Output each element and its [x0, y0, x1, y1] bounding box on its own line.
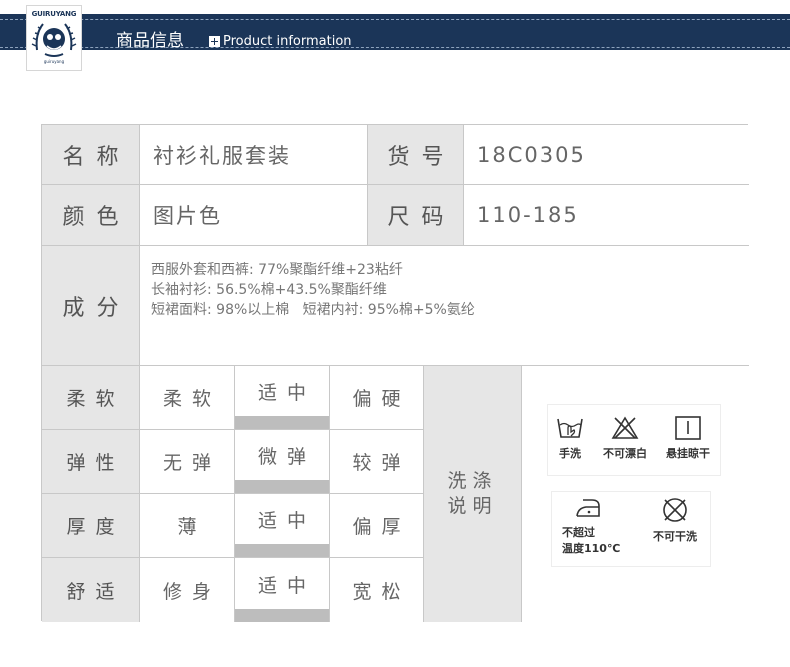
- property-option: 偏厚: [330, 494, 424, 558]
- property-option: 偏硬: [330, 366, 424, 430]
- header-bar: 商品信息 Product information: [0, 14, 790, 51]
- property-option: 柔软: [140, 366, 235, 430]
- wash-icons-panel-bottom: 不超过 温度110℃ 不可干洗: [552, 492, 710, 566]
- wash-icons-panel-top: 手洗 不可漂白 悬挂晾干: [548, 405, 720, 475]
- property-option-text: 偏厚: [352, 516, 411, 538]
- no-dry-clean-icon: 不可干洗: [646, 496, 704, 544]
- property-option-text: 修身: [162, 580, 221, 603]
- property-label: 厚度: [42, 494, 140, 558]
- property-option-selected: 适中: [235, 366, 330, 430]
- property-option-selected: 微弹: [235, 430, 330, 494]
- selected-indicator-bar: [235, 609, 329, 622]
- brand-logo-text-bottom: guiruyang: [43, 59, 65, 64]
- wash-label-line-2: 说明: [447, 495, 498, 517]
- composition-line: 长袖衬衫: 56.5%棉+43.5%聚酯纤维: [151, 282, 387, 298]
- selected-indicator-bar: [235, 544, 329, 557]
- property-option-text: 偏硬: [352, 388, 411, 410]
- property-label: 柔软: [42, 366, 140, 430]
- wash-icons-area: 手洗 不可漂白 悬挂晾干 不超过 温度110℃ 不可干洗: [522, 366, 749, 622]
- size-value: 110-185: [464, 185, 749, 246]
- size-label: 尺码: [368, 185, 464, 246]
- wash-instructions-label: 洗涤 说明: [424, 366, 522, 622]
- property-option-text: 薄: [177, 516, 207, 538]
- property-option: 薄: [140, 494, 235, 558]
- composition-label: 成分: [42, 246, 140, 366]
- property-label: 舒适: [42, 558, 140, 622]
- name-label: 名称: [42, 125, 140, 185]
- property-option-text: 适中: [257, 574, 316, 597]
- property-option: 宽松: [330, 558, 424, 622]
- header-title: 商品信息: [116, 31, 184, 51]
- composition-value: 西服外套和西裤: 77%聚酯纤维+23粘纤 长袖衬衫: 56.5%棉+43.5%…: [140, 246, 749, 366]
- wash-label-line-1: 洗涤: [447, 470, 498, 492]
- header-subtitle-text: Product information: [223, 34, 352, 49]
- property-option-text: 微弹: [257, 446, 316, 468]
- color-label: 颜色: [42, 185, 140, 246]
- selected-indicator-bar: [235, 480, 329, 493]
- brand-logo: GUIRUYANG guiruyang: [26, 5, 82, 71]
- selected-indicator-bar: [235, 416, 329, 429]
- product-info-table: 名称 衬衫礼服套装 货号 18C0305 颜色 图片色 尺码 110-185 成…: [41, 124, 749, 622]
- property-option-selected: 适中: [235, 558, 330, 622]
- property-option-text: 适中: [257, 510, 316, 532]
- no-dry-clean-label: 不可干洗: [653, 530, 697, 543]
- plus-icon: [209, 36, 220, 47]
- property-option: 较弹: [330, 430, 424, 494]
- property-option: 修身: [140, 558, 235, 622]
- header-subtitle: Product information: [209, 34, 352, 49]
- no-bleach-icon: 不可漂白: [596, 415, 654, 461]
- sku-value: 18C0305: [464, 125, 749, 185]
- brand-logo-text-top: GUIRUYANG: [31, 10, 77, 18]
- property-option-text: 较弹: [352, 452, 411, 474]
- composition-line: 西服外套和西裤: 77%聚酯纤维+23粘纤: [151, 262, 403, 278]
- hand-wash-icon: 手洗: [550, 415, 590, 461]
- composition-line: 短裙面料: 98%以上棉 短裙内衬: 95%棉+5%氨纶: [151, 302, 475, 318]
- no-bleach-label: 不可漂白: [603, 447, 647, 460]
- hang-dry-icon: 悬挂晾干: [658, 415, 718, 461]
- iron-icon: 不超过 温度110℃: [556, 496, 620, 556]
- property-option: 无弹: [140, 430, 235, 494]
- property-option-text: 适中: [257, 382, 316, 404]
- hang-dry-label: 悬挂晾干: [666, 447, 710, 460]
- property-option-text: 宽松: [352, 580, 411, 603]
- name-value: 衬衫礼服套装: [140, 125, 368, 185]
- iron-label-line-2: 温度110℃: [562, 542, 621, 555]
- iron-label-line-1: 不超过: [562, 526, 595, 539]
- property-option-selected: 适中: [235, 494, 330, 558]
- hand-wash-label: 手洗: [559, 447, 581, 460]
- color-value: 图片色: [140, 185, 368, 246]
- sku-label: 货号: [368, 125, 464, 185]
- property-label: 弹性: [42, 430, 140, 494]
- property-option-text: 柔软: [162, 388, 221, 410]
- property-option-text: 无弹: [162, 452, 221, 474]
